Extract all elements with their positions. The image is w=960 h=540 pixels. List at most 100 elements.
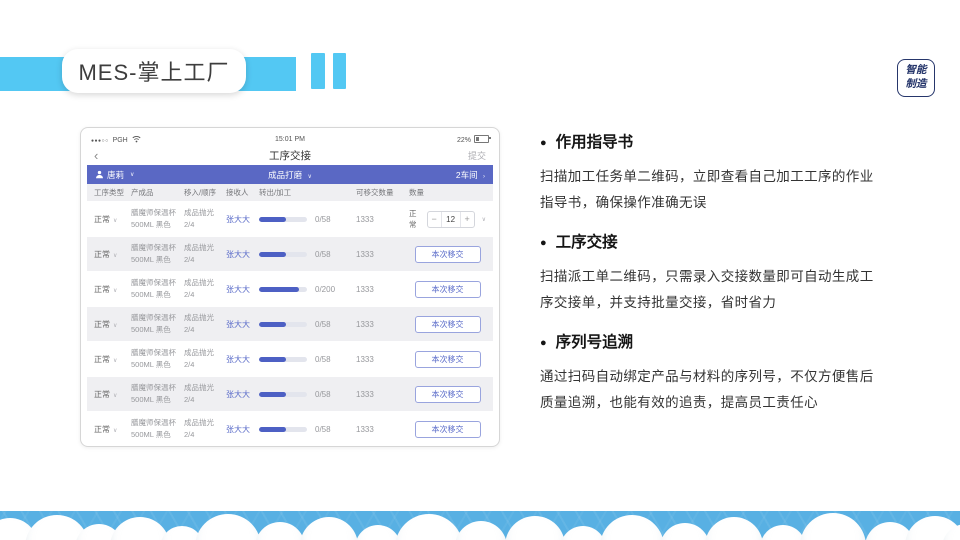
transfer-button[interactable]: 本次移交 [414,420,481,438]
banner-accent-bar-2 [333,53,346,89]
chevron-down-icon: ∨ [130,172,135,178]
product-name: 膳魔师保温杯 [131,383,176,393]
step-cell: 成品抛光 2/4 [184,347,226,370]
col-header-transferable-qty: 可移交数量 [356,188,394,197]
plus-button[interactable]: + [461,212,474,227]
step-cell: 成品抛光 2/4 [184,277,226,300]
transfer-button[interactable]: 本次移交 [414,350,481,368]
feature-list: ● 作用指导书 扫描加工任务单二维码，立即查看自己加工工序的作业指导书，确保操作准… [540,133,940,433]
feature-title: ● 工序交接 [540,233,940,253]
step-name: 成品抛光 [184,418,214,428]
workshop-selector[interactable]: 2车间 › [456,169,485,181]
step-cell: 成品抛光 2/4 [184,417,226,440]
step-cell: 成品抛光 2/4 [184,312,226,335]
quantity-status: 正常 [409,209,417,229]
battery-status: 22% [456,135,491,144]
receiver-link[interactable]: 张大大 [226,319,259,330]
transfer-button[interactable]: 本次移交 [414,385,481,403]
col-header-quantity: 数量 [409,188,424,197]
receiver-link[interactable]: 张大大 [226,284,259,295]
action-cell: − + ∨ 本次移交 [409,280,486,298]
nav-bar: ‹ 工序交接 提交 [87,146,493,165]
process-type-dropdown[interactable]: 正常 ∨ [94,249,131,260]
progress-label: 0/58 [315,214,331,224]
transfer-button[interactable]: 本次移交 [414,245,481,263]
step-name: 成品抛光 [184,313,214,323]
receiver-link[interactable]: 张大大 [226,214,259,225]
quantity-control: 正常 − 12 + ∨ [409,208,486,230]
product-cell: 膳魔师保温杯 500ML 黑色 [131,312,184,335]
receiver-link[interactable]: 张大大 [226,249,259,260]
process-type-dropdown[interactable]: 正常 ∨ [94,214,131,225]
chevron-down-icon: ∨ [481,216,486,223]
chevron-down-icon: ∨ [113,287,118,294]
feature-title-text: 作用指导书 [555,134,634,151]
user-name: 唐莉 [107,169,125,180]
status-bar: ●●●○○ PGH 15:01 PM 22% [87,133,493,146]
process-type-dropdown[interactable]: 正常 ∨ [94,319,131,330]
feature-body: 扫描派工单二维码，只需录入交接数量即可自动生成工序交接单，并支持批量交接，省时省… [540,269,874,310]
col-header-transfer-out: 转出/加工 [259,188,292,197]
transferable-qty: 1333 [356,284,374,294]
minus-button[interactable]: − [428,212,441,227]
product-cell: 膳魔师保温杯 500ML 黑色 [131,242,184,265]
battery-percent: 22% [456,137,471,144]
process-type-dropdown[interactable]: 正常 ∨ [94,424,131,435]
process-type-dropdown[interactable]: 正常 ∨ [94,284,131,295]
progress-label: 0/58 [315,249,331,259]
progress-bar [259,356,307,362]
transfer-button[interactable]: 本次移交 [414,315,481,333]
col-header-process-type: 工序类型 [94,188,124,197]
product-spec: 500ML 黑色 [131,430,171,439]
progress-cell: 0/200 [259,285,356,294]
step-order: 2/4 [184,255,195,264]
progress-bar [259,286,307,292]
process-type-dropdown[interactable]: 正常 ∨ [94,354,131,365]
table-row: 正常 ∨ 膳魔师保温杯 500ML 黑色 成品抛光 2/4 张大大 0/200 1… [87,271,493,306]
clock: 15:01 PM [275,136,305,143]
progress-label: 0/58 [315,424,331,434]
transfer-button[interactable]: 本次移交 [414,280,481,298]
transferable-qty: 1333 [356,249,374,259]
progress-cell: 0/58 [259,320,356,329]
product-cell: 膳魔师保温杯 500ML 黑色 [131,207,184,230]
process-type-value: 正常 [94,319,110,329]
table-row: 正常 ∨ 膳魔师保温杯 500ML 黑色 成品抛光 2/4 张大大 0/58 13… [87,411,493,441]
bullet-icon: ● [540,336,547,349]
product-name: 膳魔师保温杯 [131,313,176,323]
page-title-text: MES-掌上工厂 [78,60,230,85]
chevron-down-icon: ∨ [113,217,118,224]
quantity-stepper[interactable]: − 12 + [426,210,475,228]
user-dropdown[interactable]: 唐莉 ∨ [95,169,134,181]
col-header-receiver: 接收人 [226,188,249,197]
receiver-link[interactable]: 张大大 [226,424,259,435]
feature-title-text: 序列号追溯 [555,334,634,351]
product-name: 膳魔师保温杯 [131,348,176,358]
submit-button[interactable]: 提交 [468,149,486,162]
product-cell: 膳魔师保温杯 500ML 黑色 [131,347,184,370]
receiver-link[interactable]: 张大大 [226,354,259,365]
step-order: 2/4 [184,430,195,439]
receiver-link[interactable]: 张大大 [226,389,259,400]
product-cell: 膳魔师保温杯 500ML 黑色 [131,417,184,440]
chevron-down-icon: ∨ [113,427,118,434]
chevron-down-icon: ∨ [307,173,312,180]
action-cell: − + ∨ 本次移交 [409,315,486,333]
chevron-right-icon: › [483,173,485,180]
progress-cell: 0/58 [259,390,356,399]
product-name: 膳魔师保温杯 [131,243,176,253]
col-header-move-in-order: 移入/顺序 [184,188,217,197]
table-row: 正常 ∨ 膳魔师保温杯 500ML 黑色 成品抛光 2/4 张大大 0/58 13… [87,306,493,341]
process-type-value: 正常 [94,249,110,259]
step-order: 2/4 [184,395,195,404]
battery-icon [474,135,491,143]
product-spec: 500ML 黑色 [131,395,171,404]
step-cell: 成品抛光 2/4 [184,207,226,230]
progress-label: 0/58 [315,389,331,399]
quantity-value: 12 [440,211,461,227]
progress-cell: 0/58 [259,355,356,364]
process-dropdown[interactable]: 成品打磨 ∨ [87,169,493,181]
chevron-down-icon: ∨ [113,392,118,399]
process-type-value: 正常 [94,389,110,399]
process-type-dropdown[interactable]: 正常 ∨ [94,389,131,400]
